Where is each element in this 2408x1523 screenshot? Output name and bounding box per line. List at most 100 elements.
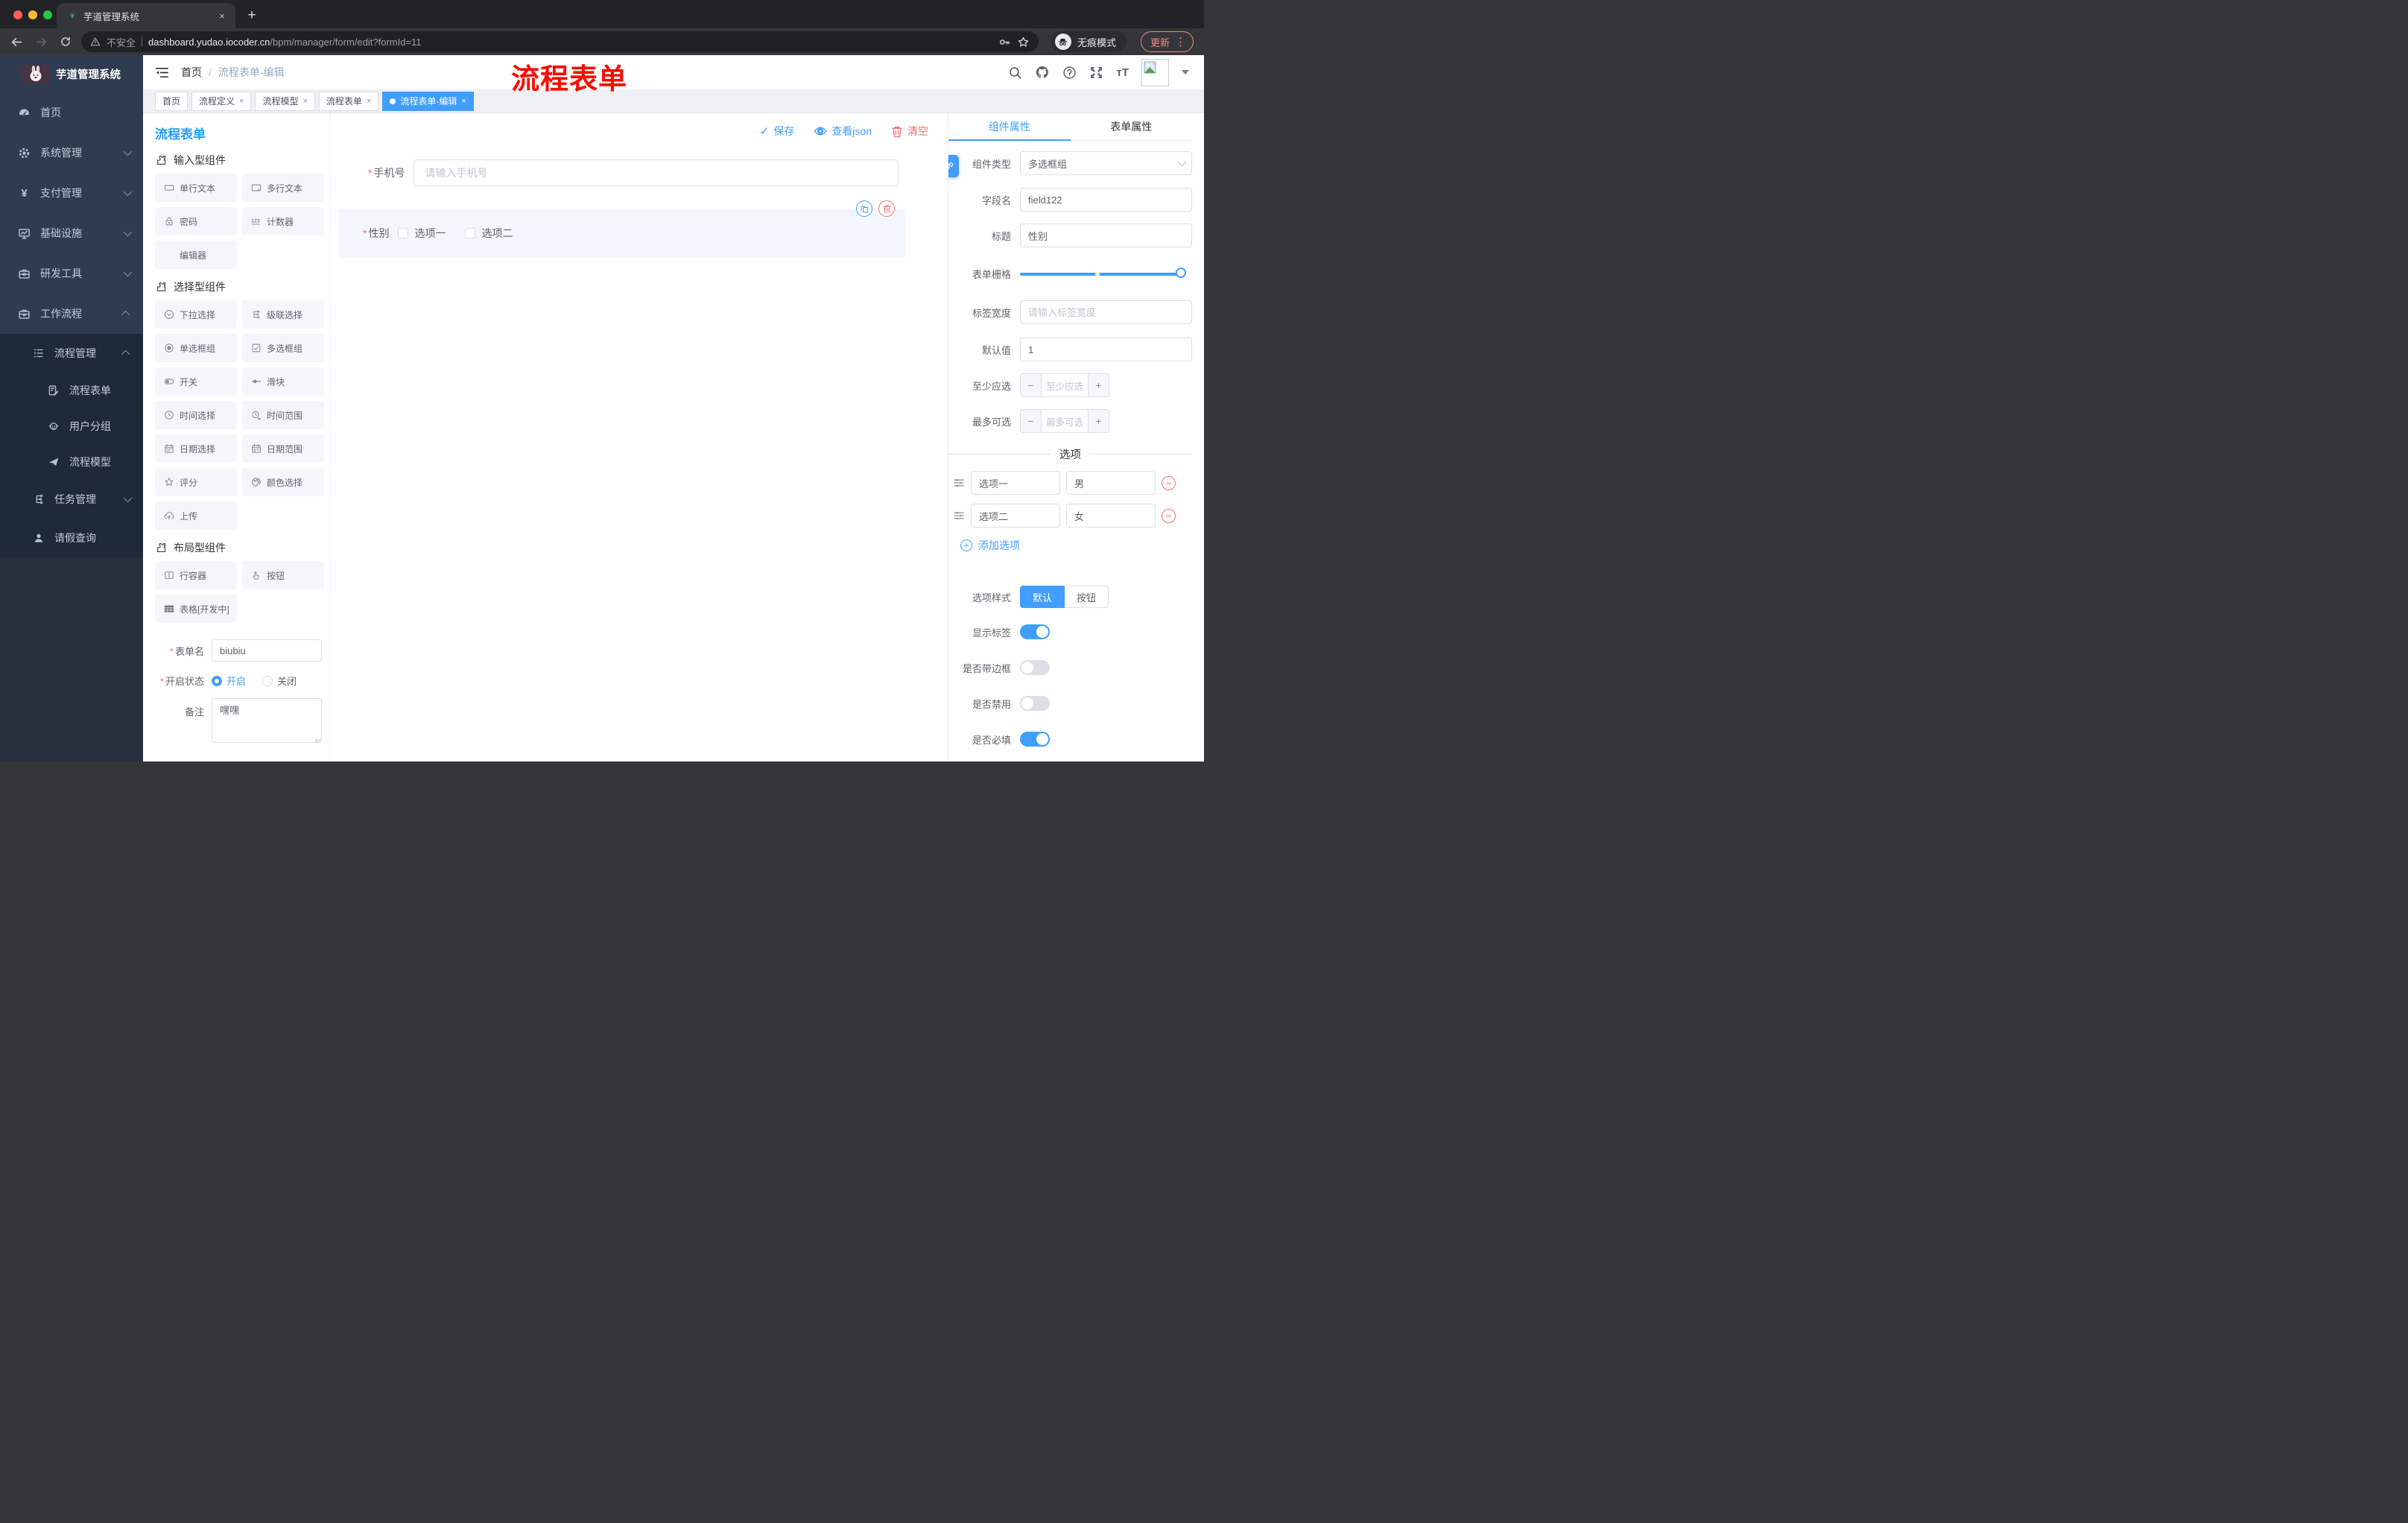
disabled-toggle[interactable]	[1020, 696, 1050, 711]
sidebar-item-leave-query[interactable]: 请假查询	[0, 519, 143, 557]
minimize-window-button[interactable]	[28, 10, 37, 19]
max-select-value[interactable]: 最多可选	[1042, 410, 1088, 432]
palette-item-password[interactable]: 密码	[155, 207, 237, 235]
window-controls[interactable]	[13, 10, 52, 19]
palette-item-slider[interactable]: 滑块	[242, 367, 324, 396]
required-toggle[interactable]	[1020, 732, 1050, 747]
tag-close-icon[interactable]: ×	[239, 97, 244, 106]
avatar[interactable]	[1141, 58, 1169, 86]
tag-home[interactable]: 首页	[155, 91, 188, 111]
fullscreen-icon[interactable]	[1089, 66, 1103, 80]
drag-handle-icon[interactable]	[953, 510, 965, 522]
show-label-toggle[interactable]	[1020, 624, 1050, 639]
slider-handle[interactable]	[1176, 267, 1186, 278]
sidebar-item-system[interactable]: 系统管理	[0, 133, 143, 173]
tag-close-icon[interactable]: ×	[461, 97, 466, 106]
palette-item-table[interactable]: 表格[开发中]	[155, 595, 237, 623]
maximize-window-button[interactable]	[43, 10, 52, 19]
security-label[interactable]: 不安全	[107, 35, 136, 49]
tag-close-icon[interactable]: ×	[302, 97, 307, 106]
tab-form-props[interactable]: 表单属性	[1071, 113, 1193, 140]
back-icon[interactable]	[7, 33, 25, 51]
tab-close-icon[interactable]: ×	[216, 10, 228, 22]
sidebar-item-process-model[interactable]: 流程模型	[0, 444, 143, 480]
palette-item-date-range[interactable]: 日期范围	[242, 434, 324, 463]
label-width-input[interactable]	[1020, 300, 1192, 324]
palette-item-upload[interactable]: 上传	[155, 501, 237, 530]
palette-item-switch[interactable]: 开关	[155, 367, 237, 396]
save-button[interactable]: ✓ 保存	[760, 124, 795, 139]
palette-item-row-container[interactable]: 行容器	[155, 561, 237, 589]
default-value-input[interactable]	[1020, 338, 1192, 361]
forward-icon[interactable]	[32, 33, 50, 51]
delete-component-button[interactable]	[878, 200, 895, 217]
tag-process-form-edit[interactable]: 流程表单-编辑 ×	[382, 91, 474, 111]
checkbox-icon[interactable]	[465, 228, 476, 238]
min-select-value[interactable]: 至少应选	[1042, 374, 1088, 396]
field-name-input[interactable]	[1020, 188, 1192, 212]
palette-item-cascade[interactable]: 级联选择	[242, 300, 324, 329]
palette-item-editor[interactable]: 编辑器	[155, 241, 237, 269]
github-icon[interactable]	[1035, 65, 1050, 80]
search-icon[interactable]	[1008, 66, 1022, 80]
status-radio-off[interactable]: 关闭	[262, 674, 297, 688]
tag-process-definition[interactable]: 流程定义 ×	[191, 91, 252, 111]
option-label-input[interactable]	[971, 471, 1060, 495]
canvas-field-gender-selected[interactable]: * 性别 选项一 选项二	[338, 200, 905, 258]
palette-item-time-range[interactable]: 时间范围	[242, 401, 324, 429]
status-radio-on[interactable]: 开启	[212, 674, 246, 688]
tab-component-props[interactable]: 组件属性	[948, 113, 1071, 141]
palette-item-time-picker[interactable]: 时间选择	[155, 401, 237, 429]
canvas-field-phone[interactable]: * 手机号	[368, 159, 899, 186]
app-logo[interactable]: 芋道管理系统	[0, 55, 143, 92]
palette-item-color-picker[interactable]: 颜色选择	[242, 468, 324, 496]
help-icon[interactable]	[1062, 66, 1077, 80]
stepper-minus-button[interactable]: −	[1021, 410, 1042, 432]
address-bar[interactable]: 不安全 dashboard.yudao.iocoder.cn/bpm/manag…	[81, 31, 1039, 52]
sidebar-item-payment[interactable]: ¥ 支付管理	[0, 173, 143, 213]
sidebar-item-process-management[interactable]: 流程管理	[0, 334, 143, 373]
sidebar-item-workflow[interactable]: 工作流程	[0, 294, 143, 334]
remove-option-button[interactable]: −	[1162, 475, 1176, 490]
style-default-button[interactable]: 默认	[1020, 586, 1065, 608]
option-value-input[interactable]	[1066, 504, 1156, 528]
stepper-plus-button[interactable]: +	[1088, 410, 1109, 432]
checkbox-icon[interactable]	[398, 228, 409, 238]
bookmark-star-icon[interactable]	[1017, 36, 1030, 48]
update-button[interactable]: 更新 ⋮	[1140, 31, 1194, 52]
option-label-input[interactable]	[971, 504, 1060, 528]
palette-item-date-picker[interactable]: 日期选择	[155, 434, 237, 463]
sidebar-item-process-form[interactable]: 流程表单	[0, 373, 143, 408]
style-button-button[interactable]: 按钮	[1065, 586, 1109, 608]
tag-process-model[interactable]: 流程模型 ×	[255, 91, 315, 111]
reload-icon[interactable]	[57, 33, 75, 51]
password-key-icon[interactable]	[998, 36, 1011, 48]
phone-input[interactable]	[414, 159, 899, 186]
palette-item-checkbox-group[interactable]: 多选框组	[242, 334, 324, 362]
form-grid-slider[interactable]	[1020, 267, 1186, 278]
palette-item-rate[interactable]: 评分	[155, 468, 237, 496]
clear-button[interactable]: 清空	[891, 124, 928, 139]
remove-option-button[interactable]: −	[1162, 508, 1176, 523]
option-value-input[interactable]	[1066, 471, 1156, 495]
tag-process-form[interactable]: 流程表单 ×	[318, 91, 379, 111]
component-type-select[interactable]: 多选框组	[1020, 151, 1192, 175]
sidebar-item-devtools[interactable]: 研发工具	[0, 253, 143, 294]
chain-link-button[interactable]	[948, 155, 959, 177]
browser-menu-icon[interactable]: ⋮	[1175, 35, 1186, 48]
title-input[interactable]	[1020, 224, 1192, 247]
close-window-button[interactable]	[13, 10, 22, 19]
sidebar-item-home[interactable]: 首页	[0, 92, 143, 133]
border-toggle[interactable]	[1020, 660, 1050, 675]
palette-item-select[interactable]: 下拉选择	[155, 300, 237, 329]
sidebar-item-infrastructure[interactable]: 基础设施	[0, 213, 143, 253]
breadcrumb-home[interactable]: 首页	[181, 65, 202, 80]
collapse-sidebar-icon[interactable]	[155, 66, 169, 79]
form-remark-textarea[interactable]: 嘿嘿	[212, 698, 322, 743]
palette-item-counter[interactable]: 123 计数器	[242, 207, 324, 235]
view-json-button[interactable]: 查看json	[814, 124, 872, 139]
stepper-plus-button[interactable]: +	[1088, 374, 1109, 396]
url-text[interactable]: dashboard.yudao.iocoder.cn/bpm/manager/f…	[148, 37, 422, 48]
palette-item-button[interactable]: 按钮	[242, 561, 324, 589]
new-tab-button[interactable]: +	[241, 5, 262, 26]
